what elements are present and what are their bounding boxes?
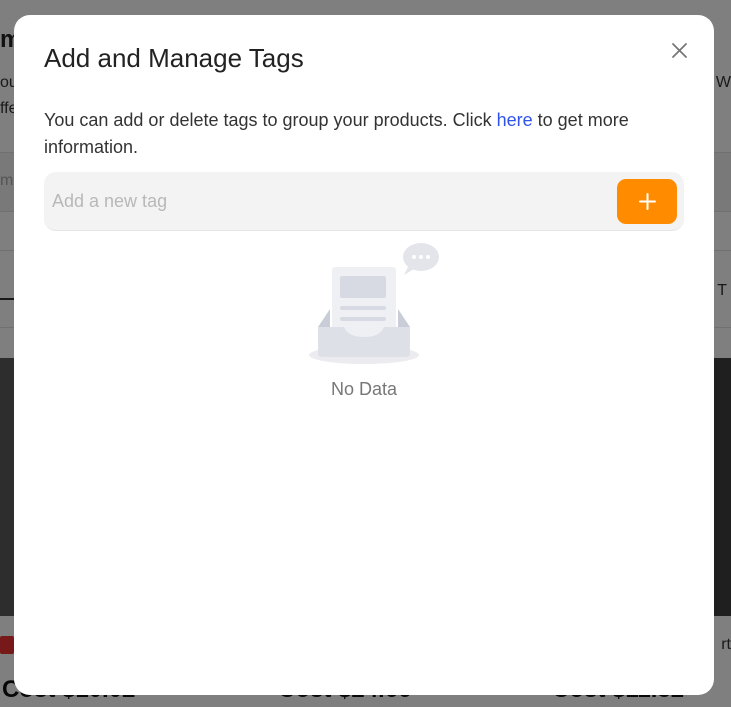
- close-icon: [672, 43, 687, 58]
- description-text: You can add or delete tags to group your…: [44, 110, 497, 130]
- help-link[interactable]: here: [497, 110, 533, 130]
- tag-input-container: [44, 172, 684, 231]
- empty-state-text: No Data: [330, 379, 398, 399]
- modal-title: Add and Manage Tags: [44, 43, 304, 73]
- modal-description: You can add or delete tags to group your…: [44, 107, 684, 161]
- add-tag-button[interactable]: [617, 179, 677, 224]
- manage-tags-modal: Add and Manage Tags You can add or delet…: [14, 15, 714, 695]
- plus-icon: [639, 193, 656, 210]
- empty-inbox-icon: [309, 243, 439, 364]
- close-button[interactable]: [666, 37, 692, 63]
- new-tag-input[interactable]: [52, 180, 612, 222]
